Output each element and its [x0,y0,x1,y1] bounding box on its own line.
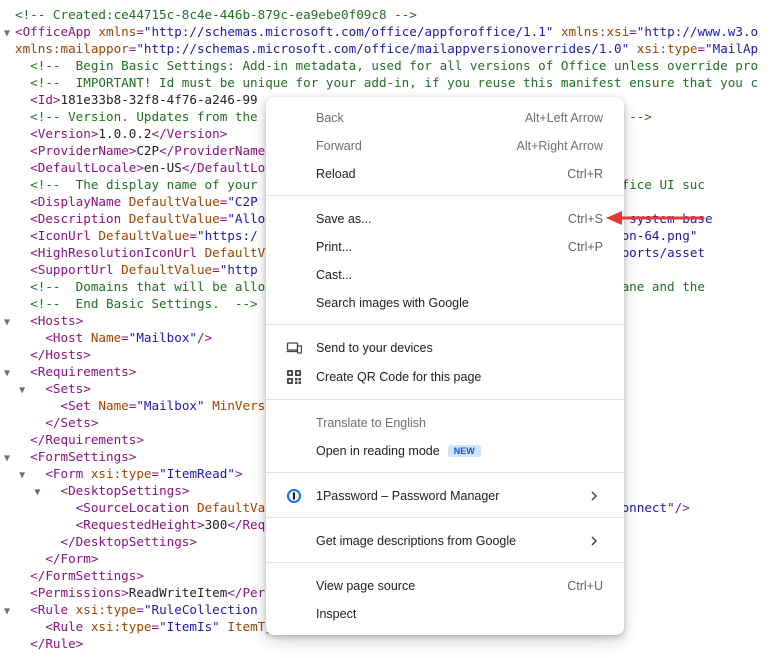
annotation-arrow [606,211,705,225]
